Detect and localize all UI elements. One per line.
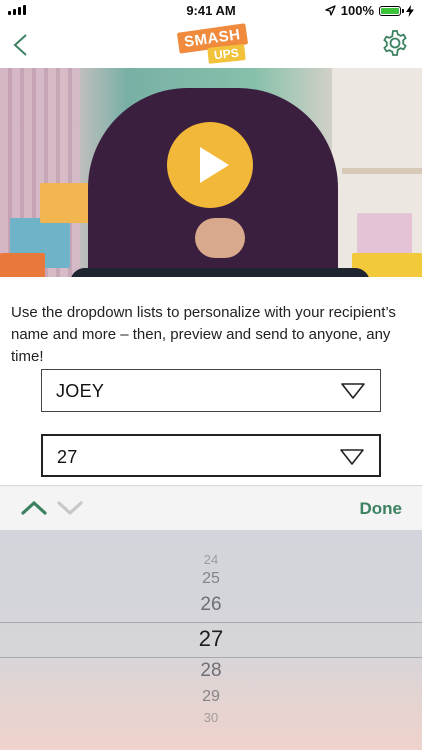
battery-icon [379,5,404,16]
charging-bolt-icon [406,4,414,17]
picker-option[interactable]: 30 [0,710,422,725]
age-picker-wheel[interactable]: 24 25 26 27 28 29 30 [0,530,422,750]
video-shelf [342,168,422,174]
picker-selection-bottom-line [0,657,422,658]
picker-option[interactable]: 24 [0,552,422,567]
name-dropdown-value: JOEY [56,381,105,401]
dropdown-triangle-icon [340,449,364,465]
video-preview[interactable] [0,68,422,277]
battery-fill [381,7,399,14]
play-icon [200,147,229,183]
instructions-text: Use the dropdown lists to personalize wi… [11,304,396,365]
settings-button[interactable] [380,28,410,58]
picker-option[interactable]: 28 [0,660,422,682]
smash-ups-logo: SMASH UPS [176,23,248,66]
previous-field-button[interactable] [20,498,48,518]
next-field-button[interactable] [56,498,84,518]
gift-box [0,253,45,277]
chevron-down-icon [57,501,83,516]
done-button[interactable]: Done [360,499,403,519]
logo-ups-text: UPS [207,44,246,64]
name-dropdown[interactable]: JOEY [41,369,381,412]
age-dropdown-value: 27 [57,447,78,467]
status-bar: 9:41 AM 100% [0,0,422,22]
gear-icon [383,30,407,56]
video-person-legs [70,268,370,277]
back-chevron-icon [13,34,27,56]
location-icon [325,5,336,16]
video-person-hands [195,218,245,258]
dropdown-triangle-icon [341,383,365,399]
picker-selection-top-line [0,622,422,623]
chevron-up-icon [21,500,47,515]
picker-option[interactable]: 29 [0,688,422,706]
picker-option-selected[interactable]: 27 [0,626,422,652]
battery-percent: 100% [340,3,374,18]
nav-bar: SMASH UPS [0,22,422,68]
play-button[interactable] [167,122,253,208]
picker-toolbar: Done [0,485,422,531]
picker-option[interactable]: 26 [0,594,422,616]
picker-option[interactable]: 25 [0,570,422,588]
back-button[interactable] [8,30,36,60]
age-dropdown[interactable]: 27 [41,434,381,477]
gift-box [40,183,95,223]
